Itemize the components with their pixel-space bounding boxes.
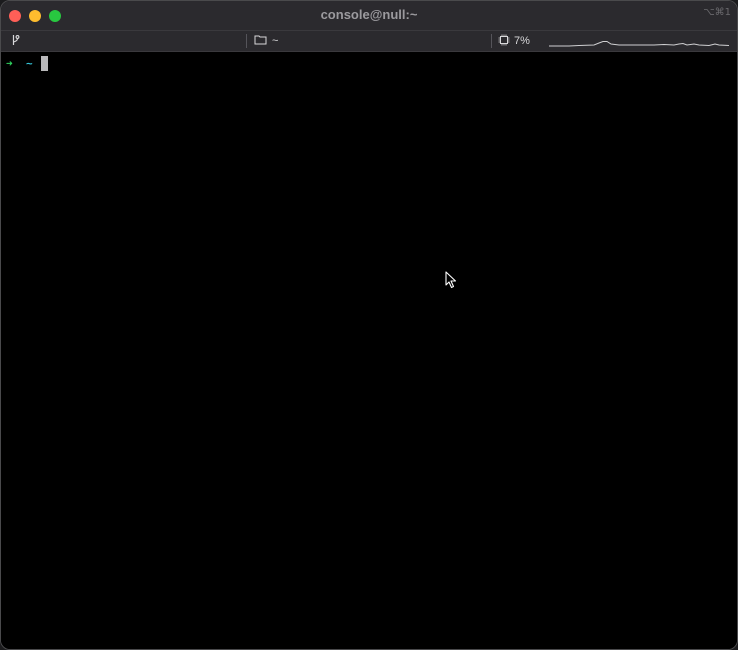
prompt-arrow: ➜	[6, 56, 13, 70]
prompt-cwd: ~	[26, 56, 33, 70]
status-divider	[491, 34, 492, 48]
folder-icon	[254, 34, 267, 48]
activity-graph-icon	[549, 33, 730, 52]
cpu-usage-label: 7%	[514, 35, 530, 47]
git-branch-icon	[11, 34, 20, 49]
directory-status[interactable]: ~	[254, 31, 278, 51]
prompt-line[interactable]: ➜ ~	[6, 55, 48, 71]
mouse-pointer-icon	[445, 271, 457, 292]
terminal-output[interactable]: ➜ ~	[1, 52, 737, 649]
text-cursor	[41, 55, 48, 71]
git-status[interactable]	[11, 31, 20, 51]
status-bar: ~ 7%	[1, 31, 737, 52]
directory-label: ~	[272, 35, 279, 47]
window-title: console@null:~	[320, 7, 418, 22]
cpu-status[interactable]: 7%	[498, 31, 530, 51]
window-shortcut: ⌥⌘1	[703, 7, 731, 18]
status-divider	[246, 34, 247, 48]
cpu-chip-icon	[498, 34, 510, 49]
terminal-window: console@null:~ ⌥⌘1 ~ 7% ➜ ~	[0, 0, 738, 650]
title-bar[interactable]: console@null:~ ⌥⌘1	[1, 1, 737, 31]
